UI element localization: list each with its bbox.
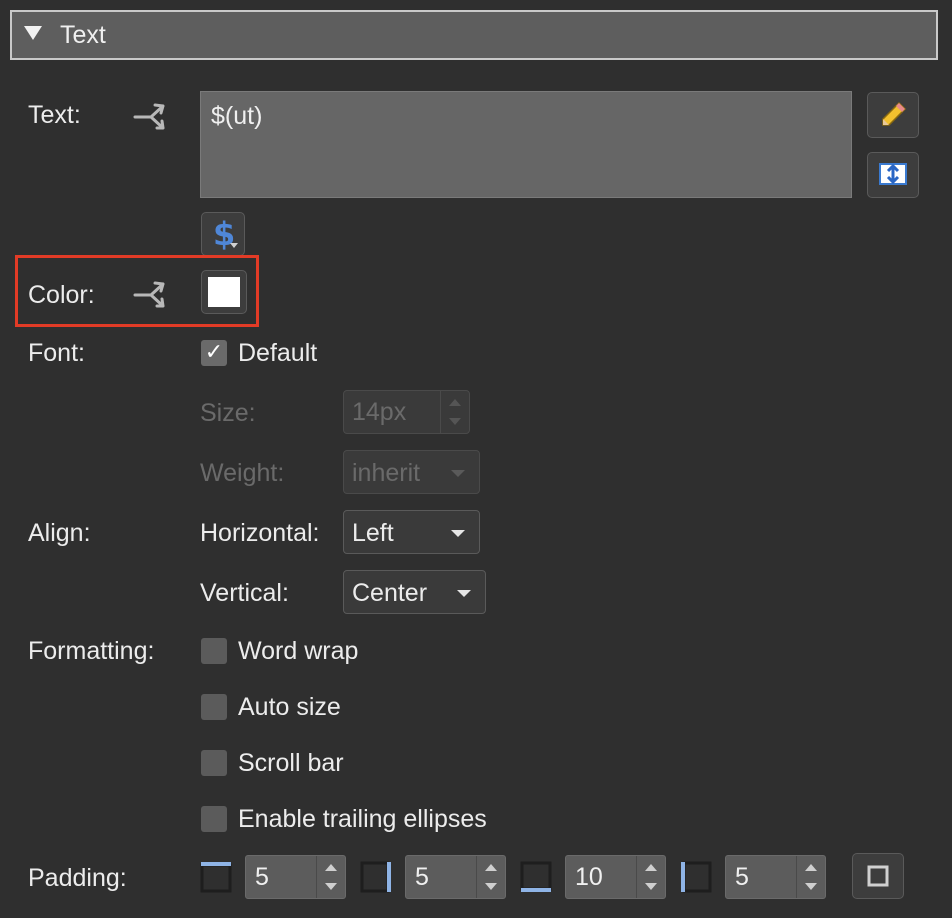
size-label: Size: (200, 399, 256, 427)
padding-bottom-arrows[interactable] (636, 856, 665, 898)
color-label: Color: (28, 281, 95, 309)
auto-size-label: Auto size (238, 693, 341, 721)
padding-bottom-stepper[interactable]: 10 (565, 855, 666, 899)
padding-right-value: 5 (415, 863, 429, 891)
padding-top-value: 5 (255, 863, 269, 891)
padding-right-stepper[interactable]: 5 (405, 855, 506, 899)
section-title: Text (60, 21, 106, 49)
horizontal-label: Horizontal: (200, 519, 320, 547)
text-input[interactable]: $(ut) (200, 91, 852, 198)
expand-vertical-icon (879, 163, 907, 185)
padding-bottom-icon (520, 861, 552, 900)
padding-right-arrows[interactable] (476, 856, 505, 898)
scroll-bar-checkbox[interactable] (201, 750, 227, 776)
section-header-text[interactable]: Text (10, 10, 938, 60)
font-default-checkbox[interactable]: ✓ (201, 340, 227, 366)
color-swatch[interactable] (201, 270, 247, 314)
padding-bottom-value: 10 (575, 863, 603, 891)
edit-text-button[interactable] (867, 92, 919, 138)
trailing-ellipses-checkbox[interactable] (201, 806, 227, 832)
expand-text-button[interactable] (867, 152, 919, 198)
padding-all-icon (867, 865, 889, 887)
insert-variable-button[interactable]: $ (201, 212, 245, 256)
bind-arrows-icon[interactable] (133, 102, 169, 139)
vertical-value: Center (352, 579, 428, 607)
padding-left-icon (680, 861, 712, 900)
word-wrap-checkbox[interactable] (201, 638, 227, 664)
padding-label: Padding: (28, 864, 127, 892)
bind-arrows-icon[interactable] (133, 280, 169, 317)
align-label: Align: (28, 519, 91, 547)
padding-top-icon (200, 861, 232, 900)
chevron-down-icon (457, 590, 471, 597)
color-swatch-fill (208, 277, 240, 307)
word-wrap-label: Word wrap (238, 637, 359, 665)
horizontal-align-select[interactable]: Left (343, 510, 480, 554)
padding-top-stepper[interactable]: 5 (245, 855, 346, 899)
chevron-down-icon (451, 470, 465, 477)
scroll-bar-label: Scroll bar (238, 749, 344, 777)
size-stepper-arrows[interactable] (440, 391, 469, 433)
pencil-icon (882, 101, 907, 126)
trailing-ellipses-label: Enable trailing ellipses (238, 805, 487, 833)
horizontal-value: Left (352, 519, 394, 547)
padding-left-value: 5 (735, 863, 749, 891)
formatting-label: Formatting: (28, 637, 155, 665)
disclosure-triangle-icon[interactable] (24, 26, 42, 40)
vertical-align-select[interactable]: Center (343, 570, 486, 614)
size-value: 14px (352, 398, 407, 426)
padding-top-arrows[interactable] (316, 856, 345, 898)
weight-select[interactable]: inherit (343, 450, 480, 494)
chevron-down-icon (451, 530, 465, 537)
padding-left-arrows[interactable] (796, 856, 825, 898)
size-stepper[interactable]: 14px (343, 390, 470, 434)
auto-size-checkbox[interactable] (201, 694, 227, 720)
padding-left-stepper[interactable]: 5 (725, 855, 826, 899)
weight-value: inherit (352, 459, 421, 487)
font-label: Font: (28, 339, 85, 367)
text-label: Text: (28, 101, 81, 129)
padding-all-button[interactable] (852, 853, 904, 899)
weight-label: Weight: (200, 459, 285, 487)
font-default-label: Default (238, 339, 318, 367)
padding-right-icon (360, 861, 392, 900)
dropdown-caret-icon (230, 243, 238, 248)
vertical-label: Vertical: (200, 579, 289, 607)
